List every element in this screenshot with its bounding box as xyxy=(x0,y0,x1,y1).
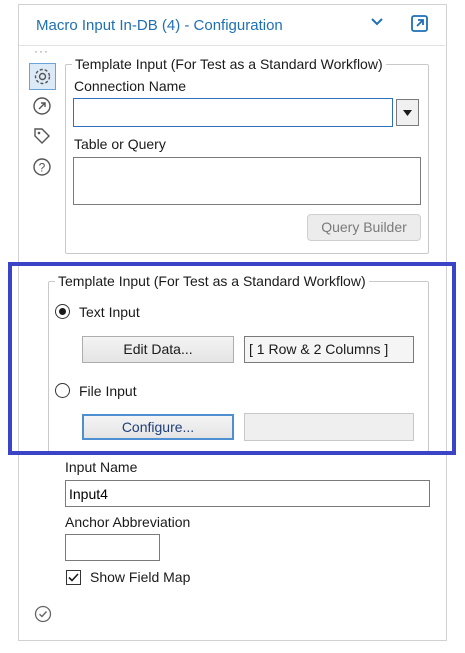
svg-text:?: ? xyxy=(39,161,46,175)
highlight-box xyxy=(8,262,456,455)
show-field-map-checkbox[interactable] xyxy=(66,570,81,585)
more-dots-icon[interactable]: ··· xyxy=(34,44,49,58)
input-name-field[interactable] xyxy=(65,480,430,507)
query-builder-button[interactable]: Query Builder xyxy=(307,214,421,241)
group-legend: Template Input (For Test as a Standard W… xyxy=(75,56,383,72)
table-or-query-input[interactable] xyxy=(73,157,421,205)
checkmark-icon xyxy=(68,573,79,582)
window-title: Macro Input In-DB (4) - Configuration xyxy=(36,17,283,34)
help-icon[interactable]: ? xyxy=(32,157,52,177)
connection-icon[interactable] xyxy=(32,96,52,116)
show-field-map-label[interactable]: Show Field Map xyxy=(90,569,190,585)
anchor-abbreviation-label: Anchor Abbreviation xyxy=(65,514,191,530)
undock-icon[interactable] xyxy=(409,13,430,34)
table-or-query-label: Table or Query xyxy=(74,136,166,152)
input-name-label: Input Name xyxy=(65,459,138,475)
chevron-down-icon[interactable] xyxy=(369,13,385,29)
anchor-abbreviation-field[interactable] xyxy=(65,534,160,561)
check-circle-icon xyxy=(34,605,52,623)
connection-name-label: Connection Name xyxy=(74,78,187,94)
connection-name-input[interactable] xyxy=(73,98,393,127)
gear-icon[interactable] xyxy=(29,63,56,90)
dropdown-arrow-icon xyxy=(403,110,412,116)
connection-dropdown-button[interactable] xyxy=(396,99,419,126)
tag-icon[interactable] xyxy=(32,126,52,146)
